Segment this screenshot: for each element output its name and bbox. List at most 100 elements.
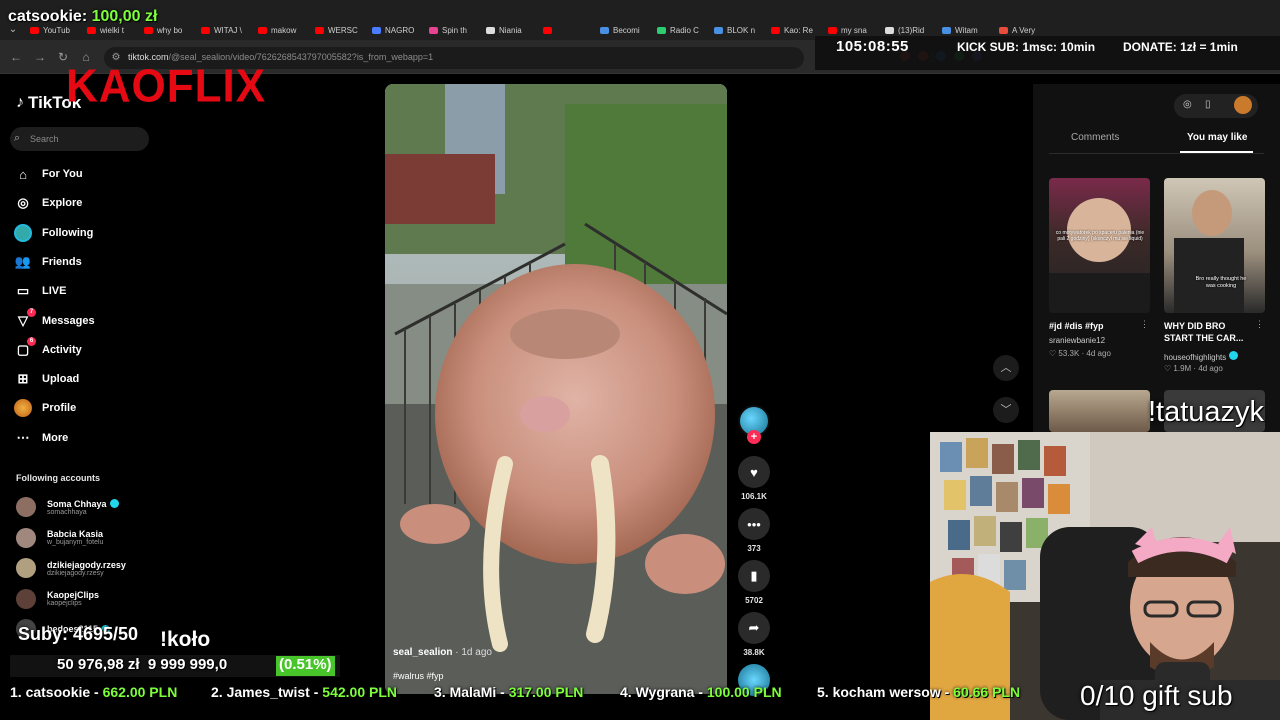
tab-comments[interactable]: Comments <box>1071 132 1119 143</box>
tab-label: (13)Rid <box>898 25 925 35</box>
card-title[interactable]: #jd #dis #fyp <box>1049 320 1139 332</box>
sidebar-item-more[interactable]: ⋯ More <box>14 427 69 449</box>
sidebar-item-activity[interactable]: ▢ 6 Activity <box>14 336 82 361</box>
messages-icon: ▽ 7 <box>14 307 36 330</box>
tab-favicon-icon <box>201 26 210 34</box>
account-name: dzikiejagody.rzesy <box>47 559 126 570</box>
tab-label: makow <box>271 25 297 35</box>
live-icon: ▭ <box>16 283 30 299</box>
sidebar-item-messages[interactable]: ▽ 7 Messages <box>14 307 95 332</box>
card-likes: 1.9M <box>1173 364 1192 373</box>
card-username[interactable]: houseofhighlights <box>1164 351 1238 362</box>
sidebar-item-profile[interactable]: Profile <box>14 397 76 419</box>
browser-tab[interactable]: Spin th <box>429 23 481 37</box>
following-account[interactable]: dzikiejagody.rzesy dzikiejagody.rzesy <box>16 555 126 581</box>
card-stats: ♡ 1.9M · 4d ago <box>1164 364 1223 373</box>
previous-video-chevron-up-icon[interactable]: ︿ <box>993 355 1019 381</box>
account-name-row: KaopejClips <box>47 590 99 600</box>
browser-tab[interactable]: Kao: Re <box>771 23 823 37</box>
browser-tab[interactable]: A Very <box>999 23 1051 37</box>
browser-tab[interactable]: WITAJ \ <box>201 23 253 37</box>
next-video-chevron-down-icon[interactable]: ﹀ <box>993 397 1019 423</box>
browser-tab[interactable]: Radio C <box>657 23 709 37</box>
account-handle: dzikiejagody.rzesy <box>47 569 104 577</box>
account-handle: w_bujanym_fotelu <box>47 539 104 546</box>
card-title[interactable]: WHY DID BRO START THE CAR... <box>1164 320 1254 344</box>
like-count: 106.1K <box>741 492 767 501</box>
browser-tab[interactable]: BLOK n <box>714 23 766 37</box>
browser-tab[interactable]: Witam <box>942 23 994 37</box>
forward-icon[interactable]: → <box>32 49 48 65</box>
tab-favicon-icon <box>771 26 780 34</box>
sidebar-item-label: Messages <box>42 314 95 327</box>
compass-small-icon[interactable]: ◎ <box>1183 99 1192 110</box>
card-username-text[interactable]: houseofhighlights <box>1164 353 1226 362</box>
browser-tab[interactable]: WERSC <box>315 23 367 37</box>
notification-badge: 7 <box>27 307 36 317</box>
browser-tab[interactable] <box>543 23 595 37</box>
account-name-row: dzikiejagody.rzesy <box>47 560 126 570</box>
ticker-entry: 1. catsookie - 662.00 PLN <box>10 684 177 700</box>
save-button[interactable]: ▮ 5702 <box>738 560 770 605</box>
sidebar-item-following[interactable]: Following <box>14 222 93 244</box>
friends-icon: 👥 <box>14 253 32 269</box>
follow-plus-icon[interactable]: + <box>747 430 761 444</box>
browser-tab[interactable]: my sna <box>828 23 880 37</box>
browser-tab[interactable]: makow <box>258 23 310 37</box>
like-button[interactable]: ♥ 106.1K <box>738 456 770 501</box>
tab-label: Spin th <box>442 25 467 35</box>
subathon-timer: 105:08:55 <box>836 38 909 55</box>
share-button[interactable]: ➦ 38.8K <box>738 612 770 657</box>
account-handle: somachhaya <box>47 508 87 516</box>
tiktok-note-icon: ♪ <box>16 94 24 111</box>
comment-button[interactable]: ••• 373 <box>738 508 770 553</box>
more-vertical-icon[interactable]: ⋮ <box>1255 319 1264 330</box>
user-avatar[interactable] <box>1234 96 1252 114</box>
browser-tab[interactable]: Niania <box>486 23 538 37</box>
heart-outline-icon: ♡ <box>1049 349 1059 358</box>
sidebar-item-for-you[interactable]: ⌂ For You <box>14 163 83 185</box>
video-thumbnail[interactable]: Bro really thought he was cooking <box>1164 178 1265 313</box>
browser-tab[interactable]: (13)Rid <box>885 23 937 37</box>
sidebar-item-label: Following <box>42 226 94 239</box>
subs-counter: Suby: 4695/50 <box>18 624 139 644</box>
following-avatar <box>14 223 32 242</box>
stream-screen: { "browser": { "tabs": [ {"label": "YouT… <box>0 0 1280 720</box>
tab-label: YouTub <box>43 25 70 35</box>
sidebar-item-upload[interactable]: ⊞ Upload <box>14 368 80 390</box>
notification-badge: 6 <box>27 336 36 346</box>
browser-tab[interactable]: NAGRO <box>372 23 424 37</box>
video-author[interactable]: seal_sealion · 1d ago <box>393 647 492 658</box>
video-thumbnail[interactable] <box>1049 390 1150 432</box>
sidebar-item-live[interactable]: ▭ LIVE <box>14 280 67 302</box>
account-handle: kaopejclips <box>47 600 82 607</box>
sidebar-item-explore[interactable]: ◎ Explore <box>14 192 82 214</box>
tab-favicon-icon <box>714 26 723 34</box>
device-icon[interactable]: ▯ <box>1205 99 1211 110</box>
comment-icon: ••• <box>738 508 770 540</box>
back-icon[interactable]: ← <box>8 49 24 65</box>
tab-label: why bo <box>157 25 183 35</box>
tab-label: WERSC <box>328 25 358 35</box>
video-thumbnail[interactable]: co motywatorek po spaceru palenia (nie p… <box>1049 178 1150 313</box>
video-author-name[interactable]: seal_sealion <box>393 647 452 658</box>
following-account[interactable]: Soma Chhaya somachhaya <box>16 494 119 520</box>
tab-favicon-icon <box>30 26 39 34</box>
following-account[interactable]: Babcia Kasia w_bujanym_fotelu <box>16 525 103 551</box>
sidebar-item-friends[interactable]: 👥 Friends <box>14 251 82 273</box>
more-vertical-icon[interactable]: ⋮ <box>1140 319 1149 330</box>
video-player[interactable] <box>385 84 727 694</box>
account-text: dzikiejagody.rzesy dzikiejagody.rzesy <box>47 560 126 577</box>
tab-label: Niania <box>499 25 522 35</box>
ticker-entry: 2. James_twist - 542.00 PLN <box>211 684 397 700</box>
ticker-donor: 3. MalaMi - <box>434 684 509 700</box>
card-username[interactable]: sraniewbanie12 <box>1049 336 1105 345</box>
sidebar-item-label: For You <box>42 168 83 180</box>
tab-you-may-like[interactable]: You may like <box>1187 132 1247 143</box>
verified-badge-icon <box>1228 351 1238 360</box>
webcam-feed <box>930 432 1280 720</box>
browser-tab[interactable]: Becomi <box>600 23 652 37</box>
activity-icon: ▢ 6 <box>14 336 36 359</box>
tab-label: WITAJ \ <box>214 25 242 35</box>
following-account[interactable]: KaopejClips kaopejclips <box>16 586 99 612</box>
